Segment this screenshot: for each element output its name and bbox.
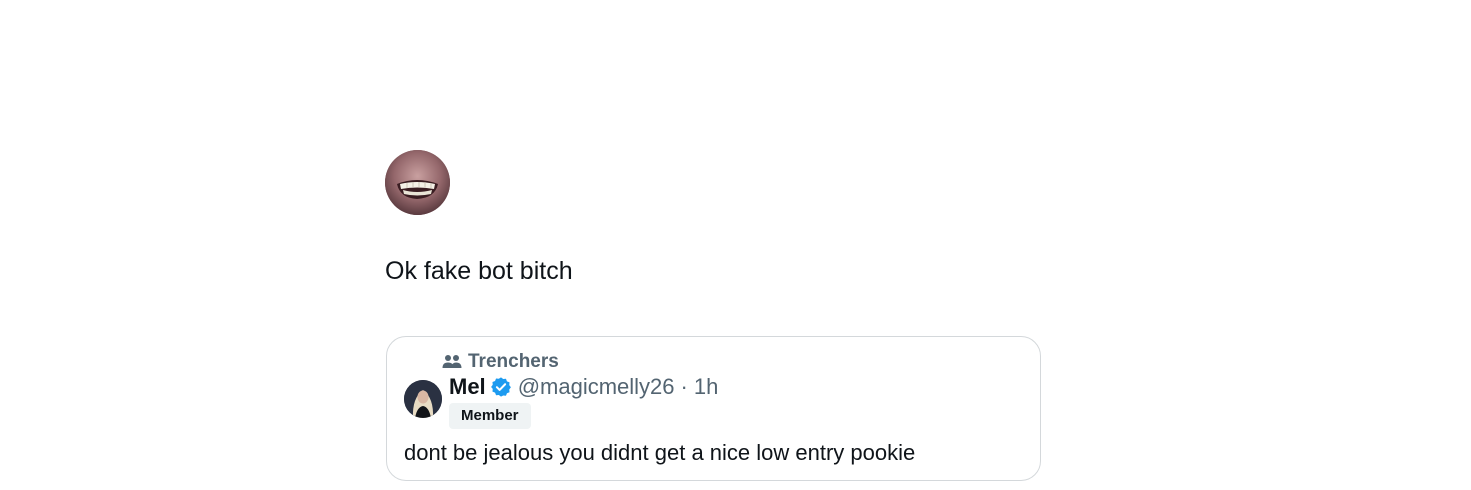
avatar[interactable]: [385, 150, 450, 215]
avatar-image: [385, 150, 450, 215]
tweet-text: Ok fake bot bitch: [385, 257, 573, 285]
quote-author-avatar[interactable]: [404, 380, 442, 418]
community-name: Trenchers: [468, 351, 559, 372]
verified-badge-icon: [490, 376, 512, 398]
community-label[interactable]: Trenchers: [442, 351, 559, 373]
quote-author-line: Mel @magicmelly26 · 1h: [449, 373, 718, 401]
quoted-tweet-card[interactable]: Trenchers Mel @magicmelly26 · 1h Member: [386, 336, 1041, 481]
member-badge: Member: [449, 403, 531, 429]
separator-dot: ·: [680, 374, 688, 399]
page: Ok fake bot bitch Trenchers Mel @magicme…: [0, 0, 1471, 490]
timestamp[interactable]: 1h: [694, 373, 718, 401]
author-name[interactable]: Mel: [449, 373, 486, 401]
quote-text: dont be jealous you didnt get a nice low…: [404, 440, 916, 465]
community-people-icon: [442, 354, 462, 370]
quote-avatar-image: [404, 380, 442, 418]
author-handle[interactable]: @magicmelly26: [518, 373, 675, 401]
